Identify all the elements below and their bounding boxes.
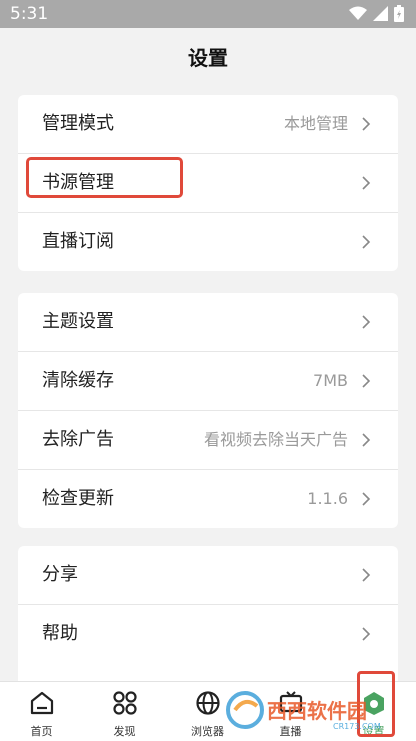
- row-label: 主题设置: [42, 311, 114, 332]
- chevron-right-icon: [362, 568, 371, 582]
- status-icons: [349, 5, 404, 22]
- tab-discover[interactable]: 发现: [83, 682, 166, 741]
- chevron-right-icon: [362, 176, 371, 190]
- row-label: 去除广告: [42, 429, 114, 450]
- wifi-icon: [349, 6, 367, 20]
- row-value: 本地管理: [283, 114, 348, 133]
- row-live-subscribe[interactable]: 直播订阅: [18, 213, 398, 271]
- row-value: 看视频去除当天广告: [203, 430, 348, 449]
- tab-home[interactable]: 首页: [0, 682, 83, 741]
- annotation-highlight-box: [26, 157, 183, 198]
- watermark-logo: 西西软件园 CR173.COM: [226, 691, 381, 731]
- settings-group-3: 分享 帮助: [18, 546, 398, 686]
- row-label: 清除缓存: [42, 370, 114, 391]
- chevron-right-icon: [362, 315, 371, 329]
- row-label: 帮助: [42, 623, 78, 644]
- row-value: 1.1.6: [307, 489, 348, 508]
- chevron-right-icon: [362, 117, 371, 131]
- row-label: 直播订阅: [42, 231, 114, 252]
- row-check-update[interactable]: 检查更新 1.1.6: [18, 470, 398, 528]
- chevron-right-icon: [362, 492, 371, 506]
- settings-group-2: 主题设置 清除缓存 7MB 去除广告 看视频去除当天广告 检查更新 1.1.6: [18, 293, 398, 528]
- row-value: 7MB: [313, 371, 348, 390]
- battery-icon: [394, 5, 404, 22]
- globe-icon: [196, 691, 220, 715]
- row-label: 检查更新: [42, 488, 114, 509]
- grid-icon: [113, 691, 137, 715]
- signal-icon: [373, 6, 388, 21]
- chevron-right-icon: [362, 374, 371, 388]
- row-theme[interactable]: 主题设置: [18, 293, 398, 352]
- watermark-subtext: CR173.COM: [333, 722, 381, 731]
- row-manage-mode[interactable]: 管理模式 本地管理: [18, 95, 398, 154]
- chevron-right-icon: [362, 433, 371, 447]
- row-label: 管理模式: [42, 113, 114, 134]
- tab-label: 首页: [30, 725, 53, 738]
- row-help[interactable]: 帮助: [18, 605, 398, 663]
- status-time: 5:31: [10, 4, 49, 24]
- page-title: 设置: [188, 46, 228, 70]
- row-share[interactable]: 分享: [18, 546, 398, 605]
- row-clear-cache[interactable]: 清除缓存 7MB: [18, 352, 398, 411]
- chevron-right-icon: [362, 235, 371, 249]
- watermark-text: 西西软件园: [267, 699, 367, 723]
- tab-label: 发现: [113, 725, 136, 738]
- home-icon: [30, 691, 54, 715]
- row-remove-ads[interactable]: 去除广告 看视频去除当天广告: [18, 411, 398, 470]
- status-bar: 5:31: [0, 0, 416, 28]
- chevron-right-icon: [362, 627, 371, 641]
- row-label: 分享: [42, 564, 78, 585]
